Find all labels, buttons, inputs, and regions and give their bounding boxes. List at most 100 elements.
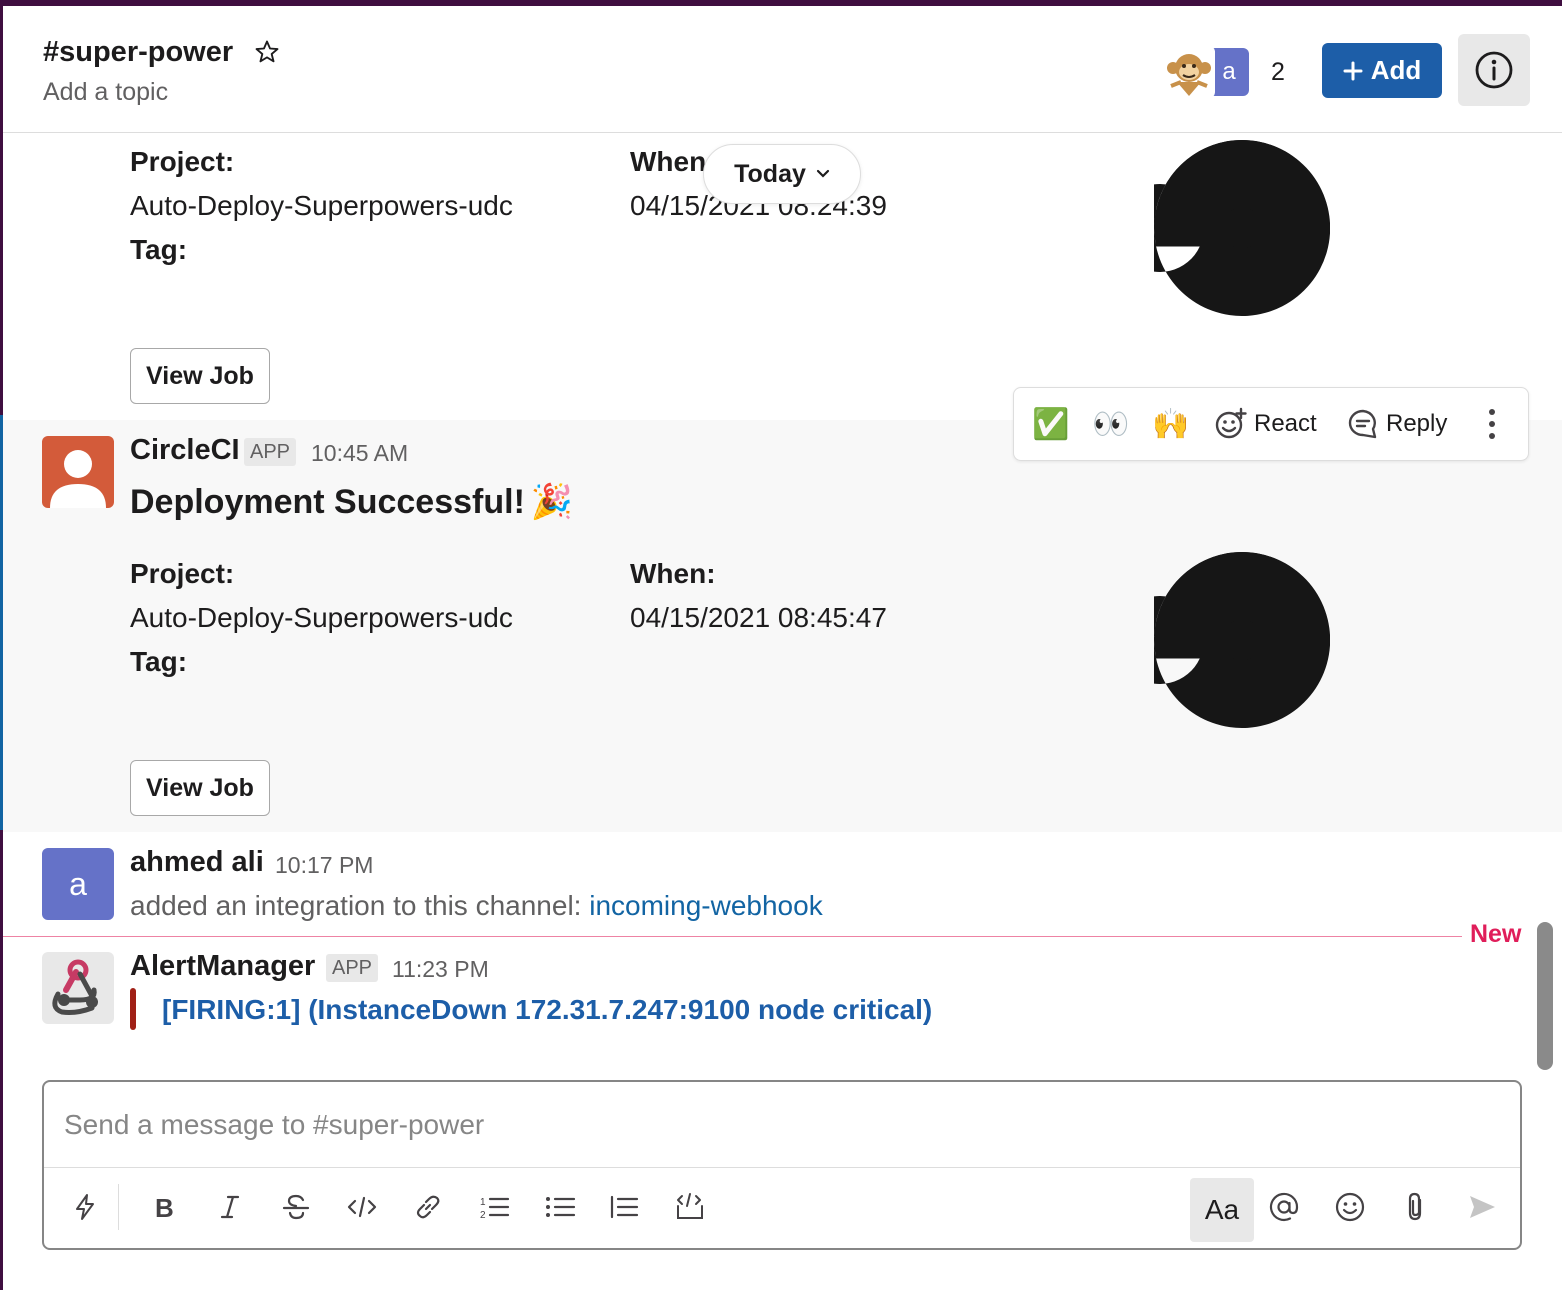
- react-label: React: [1254, 410, 1317, 437]
- paperclip-icon: [1408, 1192, 1422, 1221]
- italic-button[interactable]: [205, 1182, 255, 1232]
- info-icon: [1475, 51, 1513, 89]
- link-icon: [416, 1195, 440, 1219]
- scrollbar[interactable]: [1537, 922, 1553, 1070]
- more-actions-button[interactable]: [1478, 388, 1506, 460]
- toolbar-separator: [118, 1184, 119, 1230]
- emoji-icon: [1335, 1192, 1365, 1222]
- message-actions-toolbar: ✅ 👀 🙌 React Reply: [1013, 387, 1529, 461]
- link-button[interactable]: [403, 1182, 453, 1232]
- member-avatar-a: a: [1209, 48, 1249, 96]
- new-messages-label: New: [1470, 920, 1522, 948]
- alert-link[interactable]: [FIRING:1] (InstanceDown 172.31.7.247:91…: [162, 994, 932, 1026]
- svg-text:1: 1: [480, 1197, 486, 1208]
- app-badge: APP: [326, 954, 379, 982]
- svg-text:B: B: [155, 1193, 174, 1221]
- project-value: Auto-Deploy-Superpowers-udc: [130, 190, 513, 221]
- when-label: When:: [630, 558, 716, 589]
- deployment-title-text: Deployment Successful!: [130, 482, 525, 521]
- add-button[interactable]: Add: [1322, 43, 1442, 98]
- reply-label: Reply: [1386, 410, 1448, 437]
- channel-details-button[interactable]: [1458, 34, 1530, 106]
- add-reaction-icon: [1215, 407, 1247, 439]
- strikethrough-button[interactable]: [271, 1182, 321, 1232]
- code-icon: [347, 1196, 377, 1218]
- emoji-button[interactable]: [1325, 1182, 1375, 1232]
- channel-header: #super-power Add a topic a 2 Add: [3, 6, 1562, 133]
- sender-name[interactable]: ahmed ali: [130, 846, 264, 879]
- deployment-title: Deployment Successful! 🎉: [130, 482, 573, 522]
- send-icon: [1470, 1196, 1495, 1218]
- when-value: 04/15/2021 08:45:47: [630, 602, 887, 633]
- message-timestamp[interactable]: 10:45 AM: [311, 440, 408, 467]
- reaction-eyes[interactable]: 👀: [1092, 388, 1129, 460]
- formatting-toggle-button[interactable]: Aa: [1190, 1178, 1254, 1242]
- attachment-color-bar: [130, 988, 136, 1030]
- tag-label: Tag:: [130, 234, 188, 265]
- reaction-check[interactable]: ✅: [1032, 388, 1069, 460]
- code-button[interactable]: [337, 1182, 387, 1232]
- react-button[interactable]: React: [1214, 388, 1317, 460]
- integration-link[interactable]: incoming-webhook: [589, 890, 822, 921]
- circleci-logo-icon: [1154, 140, 1330, 316]
- project-label: Project:: [130, 558, 235, 589]
- circleci-logo-icon: [1154, 552, 1330, 728]
- ordered-list-icon: 12: [480, 1197, 510, 1221]
- sender-name[interactable]: CircleCI: [130, 434, 240, 467]
- reply-button[interactable]: Reply: [1346, 388, 1447, 460]
- add-button-label: Add: [1370, 55, 1422, 85]
- bulleted-list-icon: [546, 1197, 576, 1217]
- integration-text: added an integration to this channel:: [130, 890, 590, 921]
- thread-icon: [1348, 409, 1377, 439]
- app-badge: APP: [244, 438, 297, 466]
- channel-name[interactable]: #super-power: [43, 36, 233, 69]
- view-job-button[interactable]: View Job: [130, 760, 270, 816]
- alertmanager-avatar[interactable]: [42, 952, 114, 1024]
- mention-button[interactable]: [1259, 1182, 1309, 1232]
- svg-text:2: 2: [480, 1210, 486, 1221]
- bold-icon: B: [155, 1193, 174, 1221]
- lightning-icon: [76, 1194, 94, 1220]
- bold-button[interactable]: B: [139, 1182, 189, 1232]
- message-timestamp[interactable]: 11:23 PM: [392, 956, 489, 983]
- new-messages-divider: [3, 936, 1462, 937]
- at-sign-icon: [1269, 1192, 1299, 1222]
- circleci-avatar[interactable]: [42, 436, 114, 508]
- webhook-icon: [52, 959, 98, 1015]
- project-value: Auto-Deploy-Superpowers-udc: [130, 602, 513, 633]
- send-button[interactable]: [1457, 1182, 1507, 1232]
- chevron-down-icon: [816, 169, 829, 178]
- tag-label: Tag:: [130, 646, 188, 677]
- blockquote-icon: [610, 1195, 639, 1219]
- date-divider-label: Today: [734, 159, 806, 188]
- more-vertical-icon: [1489, 409, 1495, 439]
- date-divider-button[interactable]: Today: [703, 144, 861, 204]
- plus-icon: [1343, 61, 1363, 80]
- strikethrough-icon: [282, 1194, 310, 1220]
- sender-name[interactable]: AlertManager: [130, 950, 315, 983]
- view-job-button[interactable]: View Job: [130, 348, 270, 404]
- member-count: 2: [1271, 57, 1285, 86]
- message-timestamp[interactable]: 10:17 PM: [275, 852, 373, 879]
- italic-icon: [220, 1195, 240, 1219]
- code-block-icon: [677, 1193, 703, 1219]
- member-list-button[interactable]: a 2: [1163, 46, 1285, 98]
- channel-topic[interactable]: Add a topic: [43, 78, 168, 107]
- shortcuts-button[interactable]: [60, 1182, 110, 1232]
- project-label: Project:: [130, 146, 235, 177]
- bulleted-list-button[interactable]: [535, 1182, 585, 1232]
- party-popper-icon: 🎉: [530, 483, 574, 521]
- member-avatar-monkey: [1163, 46, 1215, 98]
- integration-message: added an integration to this channel: in…: [130, 890, 823, 922]
- star-icon[interactable]: [253, 38, 281, 66]
- ahmed-avatar[interactable]: a: [42, 848, 114, 920]
- blockquote-button[interactable]: [599, 1182, 649, 1232]
- reaction-raised-hands[interactable]: 🙌: [1152, 388, 1189, 460]
- hover-accent: [0, 415, 3, 830]
- ordered-list-button[interactable]: 12: [469, 1182, 519, 1232]
- user-icon: [50, 450, 106, 508]
- code-block-button[interactable]: [665, 1182, 715, 1232]
- message-input[interactable]: [44, 1082, 1520, 1168]
- attach-button[interactable]: [1391, 1182, 1441, 1232]
- message-composer: B 12 Aa: [42, 1080, 1522, 1250]
